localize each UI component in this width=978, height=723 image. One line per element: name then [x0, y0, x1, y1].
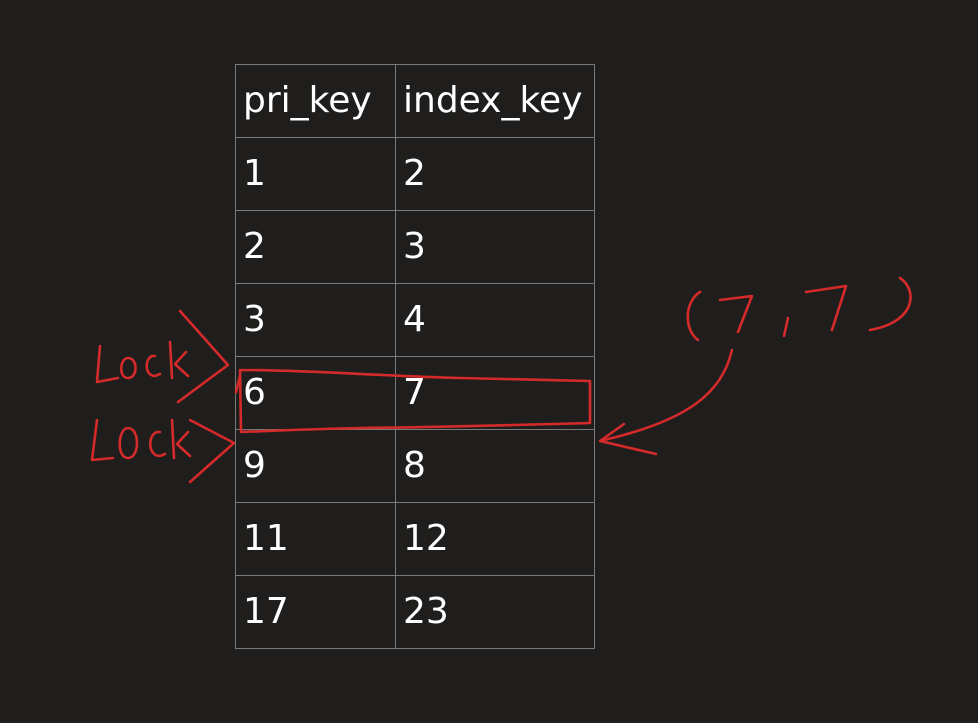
cell-index-key: 3	[395, 210, 595, 284]
cell-pri-key: 2	[235, 210, 396, 284]
cell-index-key: 2	[395, 137, 595, 211]
insert-arrow	[602, 348, 734, 442]
insert-arrow-head	[598, 422, 658, 456]
table-header-row: pri_key index_key	[235, 64, 595, 138]
table-row-highlighted: 6 7	[235, 356, 595, 430]
cell-index-key: 12	[395, 502, 595, 576]
table-row: 1 2	[235, 137, 595, 211]
cell-pri-key: 3	[235, 283, 396, 357]
canvas: pri_key index_key 1 2 2 3 3 4 6 7 9 8 11…	[0, 0, 978, 723]
cell-index-key: 4	[395, 283, 595, 357]
table-row: 9 8	[235, 429, 595, 503]
header-pri-key: pri_key	[235, 64, 396, 138]
cell-pri-key: 9	[235, 429, 396, 503]
cell-index-key: 23	[395, 575, 595, 649]
lock-arrow-1	[176, 309, 230, 404]
table-row: 2 3	[235, 210, 595, 284]
cell-index-key: 7	[395, 356, 595, 430]
key-table: pri_key index_key 1 2 2 3 3 4 6 7 9 8 11…	[235, 64, 595, 649]
lock-label-2	[90, 418, 192, 462]
cell-index-key: 8	[395, 429, 595, 503]
lock-arrow-2	[188, 418, 236, 484]
table-row: 3 4	[235, 283, 595, 357]
cell-pri-key: 1	[235, 137, 396, 211]
cell-pri-key: 11	[235, 502, 396, 576]
lock-label-1	[95, 340, 190, 384]
table-row: 17 23	[235, 575, 595, 649]
table-row: 11 12	[235, 502, 595, 576]
cell-pri-key: 6	[235, 356, 396, 430]
cell-pri-key: 17	[235, 575, 396, 649]
header-index-key: index_key	[395, 64, 595, 138]
insert-label	[686, 276, 912, 342]
